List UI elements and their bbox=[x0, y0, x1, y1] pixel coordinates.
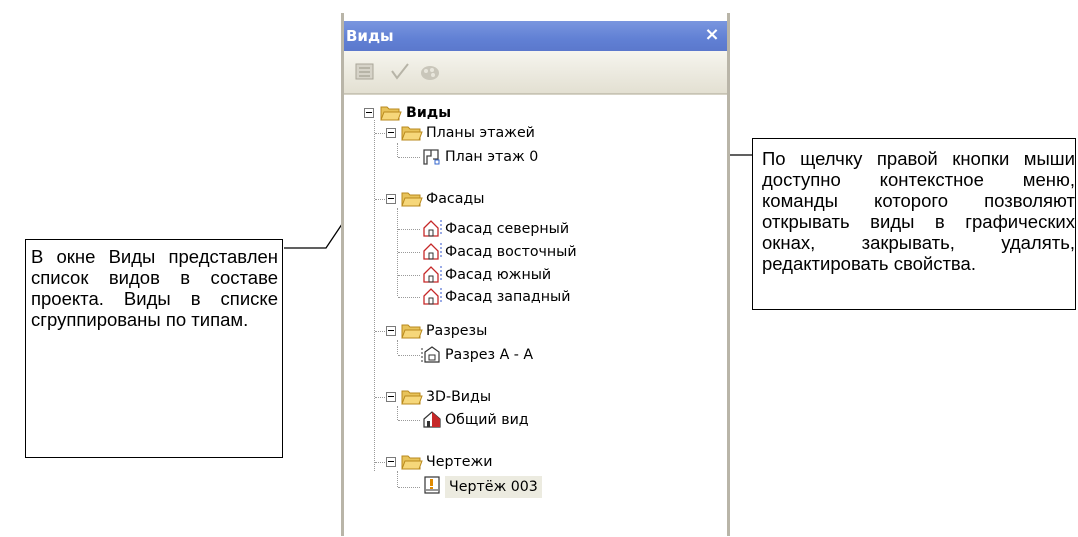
tree-connector bbox=[375, 462, 385, 463]
tree-root-label: Виды bbox=[406, 105, 452, 121]
panel-toolbar bbox=[344, 51, 727, 94]
floor-plan-icon bbox=[423, 149, 440, 165]
palette-icon[interactable] bbox=[418, 61, 442, 83]
tree-connector bbox=[398, 420, 420, 421]
tree-group-label: Планы этажей bbox=[426, 125, 535, 141]
tree-connector bbox=[398, 297, 420, 298]
tree-item-label: Фасад восточный bbox=[445, 244, 577, 260]
tree-group-label: Чертежи bbox=[426, 454, 493, 470]
callout-right: По щелчку правой кнопки мыши доступно ко… bbox=[752, 138, 1076, 310]
list-icon[interactable] bbox=[353, 61, 377, 83]
folder-open-icon bbox=[401, 126, 423, 141]
folder-open-icon bbox=[401, 390, 423, 405]
folder-open-icon bbox=[401, 192, 423, 207]
views-panel: Виды × Виды Планы этажей План этаж 0 Фас… bbox=[341, 13, 730, 537]
collapse-toggle-plans[interactable] bbox=[386, 128, 396, 138]
tree-group-label: 3D-Виды bbox=[426, 389, 492, 405]
tree-item-label: Общий вид bbox=[445, 412, 529, 428]
tree-item-label: План этаж 0 bbox=[445, 149, 539, 165]
folder-open-icon bbox=[380, 106, 402, 121]
3d-view-icon bbox=[423, 411, 441, 428]
tree-group-label: Разрезы bbox=[426, 323, 488, 339]
tree-guide bbox=[397, 143, 398, 157]
tree-guide-root bbox=[374, 120, 375, 471]
tree-connector bbox=[398, 275, 420, 276]
check-icon[interactable] bbox=[388, 61, 412, 83]
collapse-toggle-facades[interactable] bbox=[386, 194, 396, 204]
tree-guide bbox=[397, 340, 398, 354]
tree-group-label: Фасады bbox=[426, 191, 485, 207]
callout-left-text: В окне Виды представлен список видов в с… bbox=[31, 246, 278, 330]
callout-right-text: По щелчку правой кнопки мыши доступно ко… bbox=[762, 148, 1075, 274]
tree-item-label: Фасад южный bbox=[445, 267, 552, 283]
tree-item-label: Разрез А - А bbox=[445, 347, 534, 363]
panel-title: Виды bbox=[346, 27, 394, 45]
tree-connector bbox=[398, 229, 420, 230]
collapse-toggle-root[interactable] bbox=[364, 108, 374, 118]
tree-connector bbox=[375, 199, 385, 200]
tree-item-label: Фасад северный bbox=[445, 221, 570, 237]
callout-left: В окне Виды представлен список видов в с… bbox=[25, 239, 283, 458]
collapse-toggle-3d[interactable] bbox=[386, 392, 396, 402]
tree-connector bbox=[375, 133, 385, 134]
tree-connector bbox=[398, 355, 420, 356]
tree-guide bbox=[397, 406, 398, 420]
panel-titlebar: Виды × bbox=[344, 21, 727, 51]
facade-icon bbox=[423, 288, 442, 305]
tree-connector bbox=[398, 157, 420, 158]
tree-guide bbox=[397, 471, 398, 487]
views-tree: Виды Планы этажей План этаж 0 Фасады Фас… bbox=[344, 94, 727, 537]
facade-icon bbox=[423, 243, 442, 260]
section-icon bbox=[421, 346, 440, 363]
tree-connector bbox=[375, 397, 385, 398]
drawing-icon bbox=[424, 476, 440, 494]
tree-connector bbox=[375, 331, 385, 332]
tree-connector bbox=[398, 252, 420, 253]
close-button[interactable]: × bbox=[703, 21, 721, 51]
tree-item-label: Чертёж 003 bbox=[445, 476, 542, 498]
collapse-toggle-drawings[interactable] bbox=[386, 457, 396, 467]
facade-icon bbox=[423, 220, 442, 237]
tree-item-label: Фасад западный bbox=[445, 289, 571, 305]
collapse-toggle-sections[interactable] bbox=[386, 326, 396, 336]
facade-icon bbox=[423, 266, 442, 283]
folder-open-icon bbox=[401, 324, 423, 339]
tree-connector bbox=[398, 487, 420, 488]
folder-open-icon bbox=[401, 455, 423, 470]
